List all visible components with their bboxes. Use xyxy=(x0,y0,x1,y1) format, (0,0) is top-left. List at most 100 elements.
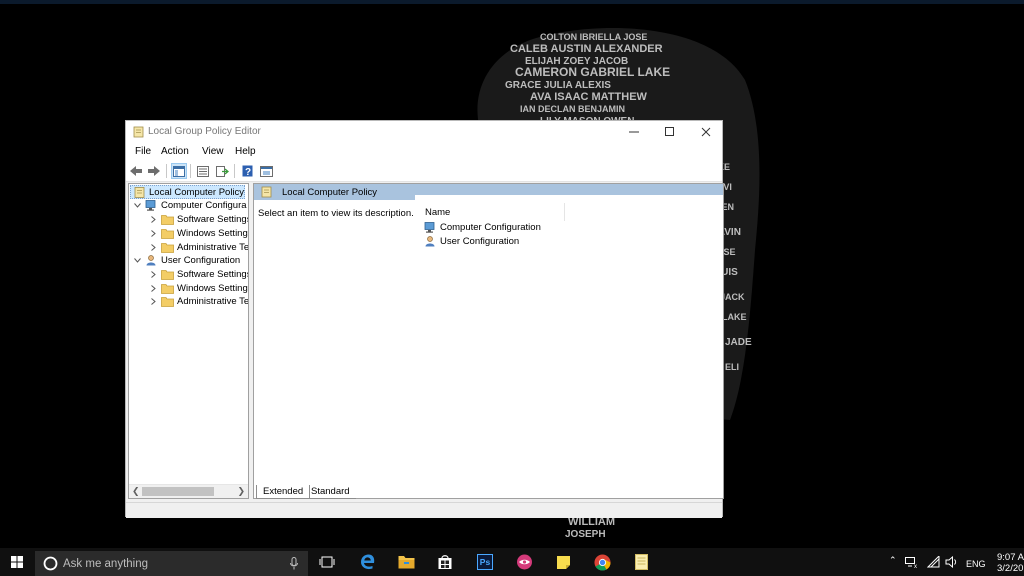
properties-icon xyxy=(197,165,209,177)
tree-item-local-computer-policy[interactable]: Local Computer Policy xyxy=(130,185,245,199)
store-button[interactable] xyxy=(435,552,455,572)
network-icon[interactable]: x xyxy=(905,557,919,568)
notepad-icon xyxy=(634,554,648,570)
chrome-icon xyxy=(593,553,611,571)
microphone-icon[interactable] xyxy=(290,557,298,570)
file-explorer-icon xyxy=(398,556,414,569)
tree-item-label: Windows Setting xyxy=(177,282,248,294)
svg-text:JADE: JADE xyxy=(725,337,752,348)
folder-icon xyxy=(161,242,174,253)
tree-item-windows-settings[interactable]: Windows Setting xyxy=(149,281,248,295)
language-indicator[interactable]: ENG xyxy=(966,559,986,569)
computer-icon xyxy=(424,222,435,233)
chevron-right-icon[interactable] xyxy=(149,284,158,293)
wifi-icon[interactable] xyxy=(927,556,940,568)
svg-text:LAKE: LAKE xyxy=(722,312,747,322)
chevron-down-icon[interactable] xyxy=(133,256,142,265)
user-icon xyxy=(425,236,435,247)
file-explorer-button[interactable] xyxy=(396,552,416,572)
chrome-button[interactable] xyxy=(592,552,612,572)
clock-date: 3/2/20 xyxy=(997,563,1024,574)
svg-text:IAN DECLAN BENJAMIN: IAN DECLAN BENJAMIN xyxy=(520,104,625,114)
tree-item-administrative-templates[interactable]: Administrative Te xyxy=(149,294,248,308)
notepad-button[interactable] xyxy=(631,552,651,572)
menu-view[interactable]: View xyxy=(202,146,224,157)
title-bar[interactable]: Local Group Policy Editor xyxy=(126,121,722,143)
tree-item-administrative-templates[interactable]: Administrative Te xyxy=(149,240,249,254)
tree-horizontal-scrollbar[interactable]: ❮ ❯ xyxy=(129,484,248,498)
photoshop-button[interactable]: Ps xyxy=(475,552,495,572)
menu-file[interactable]: File xyxy=(135,146,151,157)
desktop-top-strip xyxy=(0,0,1024,4)
chevron-right-icon[interactable] xyxy=(149,297,158,306)
tree-item-computer-configuration[interactable]: Computer Configura xyxy=(133,198,247,212)
tree-item-software-settings[interactable]: Software Settings xyxy=(149,212,248,226)
toolbar-separator xyxy=(166,164,167,178)
tab-standard[interactable]: Standard xyxy=(305,485,356,499)
export-list-icon xyxy=(215,165,229,177)
maximize-button[interactable] xyxy=(652,121,688,143)
export-list-button[interactable] xyxy=(214,163,230,179)
chevron-right-icon[interactable] xyxy=(149,243,158,252)
menu-help[interactable]: Help xyxy=(235,146,256,157)
description-text: Select an item to view its description. xyxy=(258,208,414,219)
edge-icon xyxy=(361,554,375,570)
policy-scroll-icon xyxy=(133,126,144,138)
window-title: Local Group Policy Editor xyxy=(148,126,261,137)
app-icon xyxy=(516,554,532,570)
search-box[interactable]: Ask me anything xyxy=(35,551,308,576)
tree-item-user-configuration[interactable]: User Configuration xyxy=(133,253,240,267)
pink-app-button[interactable] xyxy=(514,552,534,572)
clock[interactable]: 9:07 A 3/2/20 xyxy=(997,552,1024,574)
volume-icon[interactable] xyxy=(945,556,958,568)
cortana-icon xyxy=(43,556,58,571)
tree-item-label: Administrative Te xyxy=(177,241,249,253)
scroll-right-icon[interactable]: ❯ xyxy=(237,486,245,497)
edge-button[interactable] xyxy=(358,552,378,572)
show-hide-console-tree-button[interactable] xyxy=(171,163,187,179)
scroll-left-icon[interactable]: ❮ xyxy=(132,486,140,497)
toolbar-separator xyxy=(190,164,191,178)
tree-item-label: Computer Configura xyxy=(161,199,247,211)
close-button[interactable] xyxy=(688,121,724,143)
svg-text:JOSEPH: JOSEPH xyxy=(565,529,606,540)
chevron-right-icon[interactable] xyxy=(149,229,158,238)
task-view-button[interactable] xyxy=(317,552,337,572)
desktop: COLTON IBRIELLA JOSE CALEB AUSTIN ALEXAN… xyxy=(0,0,1024,548)
properties-button[interactable] xyxy=(195,163,211,179)
chevron-down-icon[interactable] xyxy=(133,201,142,210)
svg-text:ELI: ELI xyxy=(725,362,739,372)
tree-item-software-settings[interactable]: Software Settings xyxy=(149,267,248,281)
console-tree[interactable]: Local Computer Policy Computer Configura… xyxy=(128,183,249,499)
folder-icon xyxy=(161,269,174,280)
start-button[interactable] xyxy=(0,548,34,576)
tree-item-windows-settings[interactable]: Windows Setting xyxy=(149,226,248,240)
sticky-notes-icon xyxy=(556,555,570,569)
tab-extended[interactable]: Extended xyxy=(256,485,311,499)
sticky-notes-button[interactable] xyxy=(553,552,573,572)
column-header-name[interactable]: Name xyxy=(425,207,450,218)
back-button[interactable] xyxy=(128,163,144,179)
forward-button[interactable] xyxy=(146,163,162,179)
close-icon xyxy=(701,127,711,137)
help-button[interactable]: ? xyxy=(239,163,255,179)
status-bar xyxy=(126,502,722,518)
items-list[interactable]: Name Computer Configuration User Configu… xyxy=(415,195,723,485)
column-divider[interactable] xyxy=(564,203,565,221)
chevron-right-icon[interactable] xyxy=(149,270,158,279)
list-item-computer-configuration[interactable]: Computer Configuration xyxy=(424,222,541,233)
scrollbar-thumb[interactable] xyxy=(142,487,214,496)
menu-action[interactable]: Action xyxy=(161,146,189,157)
toolbar: ? xyxy=(126,161,722,182)
list-item-user-configuration[interactable]: User Configuration xyxy=(424,236,519,247)
chevron-right-icon[interactable] xyxy=(149,215,158,224)
policy-scroll-icon xyxy=(134,186,145,198)
list-item-label: User Configuration xyxy=(440,236,520,247)
show-hide-console-tree-icon xyxy=(173,165,185,177)
minimize-button[interactable] xyxy=(616,121,652,143)
show-hidden-icons-chevron-up-icon[interactable]: ⌃ xyxy=(889,555,897,566)
toolbar-separator xyxy=(234,164,235,178)
svg-text:AVA ISAAC MATTHEW: AVA ISAAC MATTHEW xyxy=(530,91,648,103)
toggle-view-button[interactable] xyxy=(258,163,274,179)
user-icon xyxy=(146,254,156,265)
